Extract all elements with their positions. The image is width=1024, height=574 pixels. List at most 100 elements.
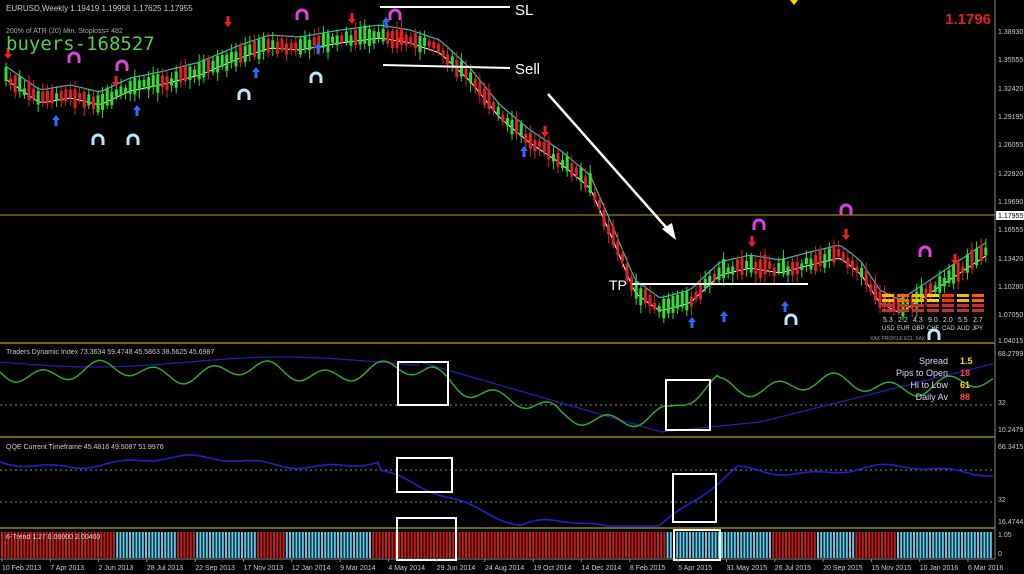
trend-bar: [257, 532, 259, 558]
candle-body: [78, 93, 82, 100]
candle-body: [970, 250, 974, 269]
trend-bar: [333, 532, 336, 558]
trend-bar: [109, 532, 112, 558]
trend-bar: [324, 532, 327, 558]
trend-bar: [826, 532, 829, 558]
candle-body: [133, 77, 137, 95]
trend-bar: [193, 532, 195, 558]
meter-bar: [972, 309, 984, 312]
trend-bar: [756, 532, 759, 558]
price-axis-label: 1.29195: [998, 114, 1023, 121]
trend-bar: [682, 532, 685, 558]
meter-bar: [972, 299, 984, 302]
trend-bar: [865, 532, 867, 558]
trend-bar: [545, 532, 547, 558]
trend-bar: [772, 532, 775, 558]
trend-bar: [132, 532, 135, 558]
meter-currency-code: CHF: [927, 326, 940, 332]
trend-bar: [634, 532, 637, 558]
meter-bar: [897, 309, 909, 312]
candle-body: [202, 59, 206, 78]
trend-bar: [759, 532, 762, 558]
tdi-info-value: 88: [960, 392, 970, 402]
candle-body: [418, 36, 422, 53]
candle-body: [165, 76, 169, 91]
trend-bar: [449, 532, 451, 558]
trend-bar: [145, 532, 147, 558]
candle-body: [469, 72, 473, 83]
candle-body: [308, 39, 312, 51]
sell-label: Sell: [515, 61, 540, 78]
trend-bar: [586, 532, 589, 558]
symbol-header: EURUSD,Weekly 1.19419 1.19958 1.17625 1.…: [6, 4, 193, 13]
candle-body: [459, 61, 463, 77]
candle-body: [639, 288, 643, 306]
trend-bar: [916, 532, 919, 558]
trend-bar: [554, 532, 557, 558]
meter-currency-code: EUR: [897, 326, 910, 332]
trend-bar: [154, 532, 157, 558]
trend-bar: [695, 532, 698, 558]
candle-body: [257, 39, 261, 60]
trend-bar: [420, 532, 423, 558]
meter-bar: [957, 309, 969, 312]
candle-body: [846, 257, 850, 268]
trend-bar: [349, 532, 352, 558]
meter-bar: [882, 309, 894, 312]
trend-bar: [100, 532, 103, 558]
price-axis-label: 1.35555: [998, 57, 1023, 64]
trend-bar: [833, 532, 835, 558]
time-axis-label: 24 Aug 2014: [485, 565, 524, 572]
time-axis-label: 12 Jan 2014: [292, 565, 331, 572]
trend-bar: [426, 532, 429, 558]
price-axis-label: 1.04015: [998, 338, 1023, 345]
candle-body: [492, 102, 496, 111]
trend-bar: [289, 532, 291, 558]
candle-body: [50, 88, 54, 104]
trend-bar: [884, 532, 887, 558]
candle-body: [446, 54, 450, 65]
candle-body: [643, 288, 647, 304]
trend-bar: [106, 532, 109, 558]
candle-body: [763, 254, 767, 275]
trend-bar: [173, 532, 176, 558]
trend-bar: [116, 532, 119, 558]
time-axis-label: 28 Jul 2013: [147, 565, 183, 572]
candle-body: [731, 266, 735, 275]
trend-bar: [727, 532, 730, 558]
trend-bar: [628, 532, 631, 558]
meter-value: 5.3: [883, 317, 893, 324]
trend-bar: [263, 532, 266, 558]
price-axis-label: 1.32420: [998, 86, 1023, 93]
candle-body: [124, 87, 128, 94]
trend-bar: [433, 532, 435, 558]
trend-bar: [593, 532, 595, 558]
trend-bar: [945, 532, 947, 558]
trend-bar: [369, 532, 371, 558]
trend-bar: [932, 532, 935, 558]
trend-bar: [129, 532, 131, 558]
candle-body: [271, 40, 275, 49]
trend-bar: [346, 532, 349, 558]
trend-bar: [621, 532, 624, 558]
candle-body: [712, 273, 716, 280]
candle-body: [206, 58, 210, 73]
trend-bar: [887, 532, 890, 558]
current-price-readout: 1.1796: [945, 11, 991, 28]
candle-body: [597, 200, 601, 209]
trend-bar: [513, 532, 515, 558]
candle-body: [795, 262, 799, 275]
trend-bar: [925, 532, 928, 558]
candle-body: [413, 32, 417, 48]
candle-body: [519, 123, 523, 137]
trend-bar: [618, 532, 621, 558]
trend-bar: [388, 532, 391, 558]
candle-body: [768, 261, 772, 269]
time-axis-label: 9 Mar 2014: [340, 565, 376, 572]
candle-body: [312, 37, 316, 46]
candle-body: [87, 94, 91, 106]
meter-bar: [897, 294, 909, 297]
trend-bar: [749, 532, 752, 558]
trend-bar: [359, 532, 362, 558]
trend-bar: [730, 532, 733, 558]
